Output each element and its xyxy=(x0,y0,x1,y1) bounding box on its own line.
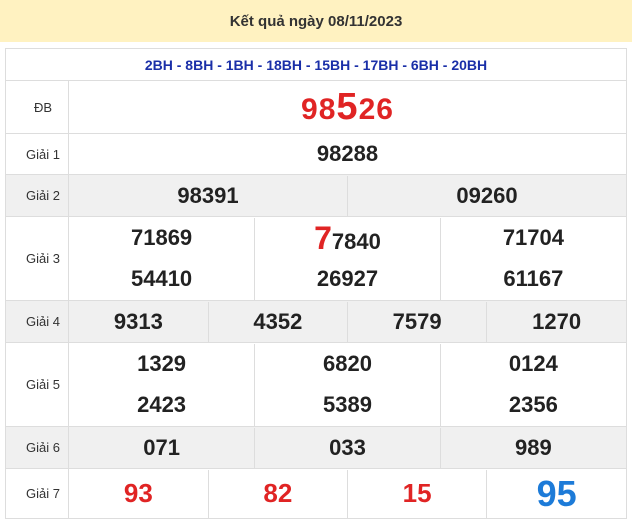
label-prize2: Giải 2 xyxy=(5,174,69,217)
special-suffix: 26 xyxy=(358,92,394,126)
result-date-header: Kết quả ngày 08/11/2023 xyxy=(0,0,632,42)
special-prefix: 98 xyxy=(301,92,337,126)
row-prize5: Giải 5 1329 6820 0124 2423 5389 2356 xyxy=(5,342,627,427)
label-prize5: Giải 5 xyxy=(5,342,69,427)
prize3-number: 54410 xyxy=(130,266,193,291)
label-prize6: Giải 6 xyxy=(5,426,69,469)
label-prize4: Giải 4 xyxy=(5,300,69,343)
prize6-number: 989 xyxy=(439,427,626,468)
prize3-number: 71869 xyxy=(130,225,193,250)
row-prize7: Giải 7 93 82 15 95 xyxy=(5,468,627,519)
prize7-number: 95 xyxy=(486,469,626,518)
row-prize4: Giải 4 9313 4352 7579 1270 xyxy=(5,300,627,343)
prize4-number: 9313 xyxy=(69,301,209,342)
prize7-number: 15 xyxy=(346,469,487,518)
prize7-number: 82 xyxy=(207,469,348,518)
special-highlight-digit: 5 xyxy=(336,85,359,128)
prize5-number: 6820 xyxy=(254,343,441,385)
prize7-number: 93 xyxy=(123,478,153,508)
prize3-highlight-digit: 7 xyxy=(314,219,332,256)
results-table: ĐB 98526 Giải 1 98288 Giải 2 98391 09260… xyxy=(5,80,627,519)
prize4-number: 1270 xyxy=(486,301,626,342)
prize2-number: 98391 xyxy=(69,175,348,216)
label-prize3: Giải 3 xyxy=(5,216,69,301)
prize6-number: 071 xyxy=(69,427,255,468)
prize1-number: 98288 xyxy=(68,133,627,175)
prize3-number: 77840 xyxy=(254,217,441,259)
special-prize-number: 98526 xyxy=(68,80,627,134)
label-prize1: Giải 1 xyxy=(5,133,69,175)
prize2-number: 09260 xyxy=(347,175,626,216)
prize6-number: 033 xyxy=(254,427,441,468)
prize5-number: 1329 xyxy=(137,351,187,376)
prize5-number: 0124 xyxy=(439,343,626,385)
row-prize6: Giải 6 071 033 989 xyxy=(5,426,627,469)
row-special: ĐB 98526 xyxy=(5,80,627,134)
prize5-number: 5389 xyxy=(254,384,441,426)
label-prize7: Giải 7 xyxy=(5,468,69,519)
prize4-number: 7579 xyxy=(346,301,487,342)
prize3-number: 71704 xyxy=(439,217,626,259)
row-prize1: Giải 1 98288 xyxy=(5,133,627,175)
row-prize2: Giải 2 98391 09260 xyxy=(5,174,627,217)
prize5-number: 2356 xyxy=(439,384,626,426)
row-prize3: Giải 3 71869 77840 71704 54410 26927 611… xyxy=(5,216,627,301)
prize4-number: 4352 xyxy=(207,301,348,342)
label-special: ĐB xyxy=(5,80,69,134)
prize3-number: 26927 xyxy=(254,258,441,300)
prize5-number: 2423 xyxy=(137,392,187,417)
prize3-number: 61167 xyxy=(439,258,626,300)
prize-codes: 2BH - 8BH - 1BH - 18BH - 15BH - 17BH - 6… xyxy=(5,48,627,81)
